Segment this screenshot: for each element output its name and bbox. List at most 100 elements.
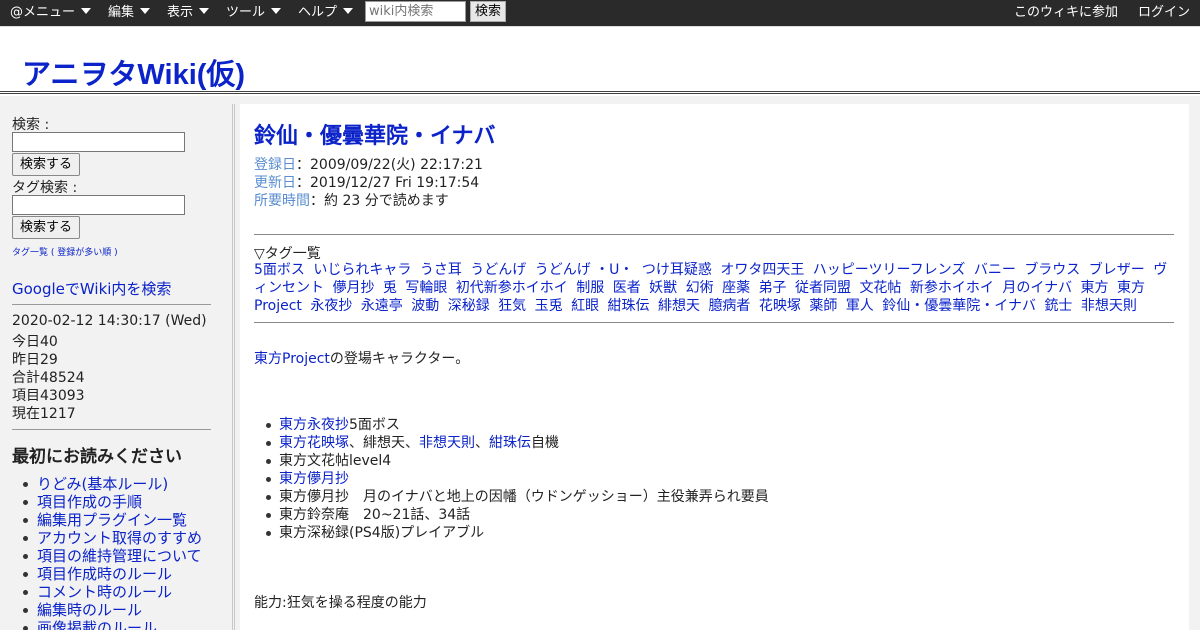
read-first-link[interactable]: 項目作成時のルール bbox=[37, 565, 172, 583]
menu-label: ツール bbox=[226, 5, 266, 20]
tag-search-button[interactable]: 検索する bbox=[12, 216, 80, 239]
menu-edit[interactable]: 編集 bbox=[108, 0, 151, 26]
tag-link[interactable]: 非想天則 bbox=[1081, 298, 1137, 314]
tag-list-heading[interactable]: ▽タグ一覧 bbox=[254, 243, 321, 263]
read-first-link[interactable]: 編集用プラグイン一覧 bbox=[37, 511, 187, 529]
intro-link[interactable]: 東方Project bbox=[254, 351, 330, 367]
ability-text: 能力:狂気を操る程度の能力 bbox=[254, 595, 427, 611]
tag-link[interactable]: 従者同盟 bbox=[795, 280, 851, 296]
meta-colon: ： bbox=[296, 157, 310, 173]
list-item: 東方永夜抄5面ボス bbox=[254, 416, 769, 434]
tag-link[interactable]: ブラウス bbox=[1024, 262, 1080, 278]
tag-link[interactable]: 弟子 bbox=[759, 280, 787, 296]
tag-search-input[interactable] bbox=[12, 195, 185, 215]
read-first-link[interactable]: コメント時のルール bbox=[37, 583, 172, 601]
appearance-text: 東方文花帖level4 bbox=[279, 453, 392, 469]
tag-link[interactable]: 銃士 bbox=[1044, 298, 1072, 314]
site-title[interactable]: アニヲタWiki(仮) bbox=[22, 51, 245, 93]
tag-link[interactable]: 鈴仙・優曇華院・イナバ bbox=[882, 298, 1036, 314]
stat-total: 合計48524 bbox=[12, 370, 85, 386]
tag-link[interactable]: 東方 bbox=[1081, 280, 1109, 296]
tag-link[interactable]: うどんげ ・U・ bbox=[535, 262, 634, 278]
tag-link[interactable]: ブレザー bbox=[1089, 262, 1145, 278]
tag-link[interactable]: 臆病者 bbox=[708, 298, 750, 314]
tag-popular-link[interactable]: 登録が多い順 bbox=[57, 248, 111, 258]
read-first-link[interactable]: 項目の維持管理について bbox=[37, 547, 202, 565]
tag-list: 5面ボス いじられキャラ うさ耳 うどんげ うどんげ ・U・ つけ耳疑惑 オワタ… bbox=[254, 261, 1176, 315]
list-item: 編集用プラグイン一覧 bbox=[12, 511, 202, 529]
reading-value: 約 23 分で読めます bbox=[324, 193, 449, 209]
appearance-link[interactable]: 東方儚月抄 bbox=[279, 471, 349, 487]
column-divider[interactable] bbox=[232, 104, 238, 630]
tag-link[interactable]: いじられキャラ bbox=[313, 262, 411, 278]
tag-list-link[interactable]: タグ一覧 bbox=[12, 248, 48, 258]
tag-link[interactable]: 薬師 bbox=[809, 298, 837, 314]
tag-link[interactable]: 軍人 bbox=[846, 298, 874, 314]
tag-link[interactable]: 波動 bbox=[411, 298, 439, 314]
list-item: 東方儚月抄 bbox=[254, 470, 769, 488]
tag-link[interactable]: 永遠亭 bbox=[361, 298, 403, 314]
appearance-link[interactable]: 東方永夜抄 bbox=[279, 417, 349, 433]
sidebar-search-input[interactable] bbox=[12, 132, 185, 152]
tag-link[interactable]: 座薬 bbox=[722, 280, 750, 296]
divider bbox=[254, 234, 1174, 235]
tag-link[interactable]: バニー bbox=[974, 262, 1016, 278]
menu-tools[interactable]: ツール bbox=[226, 0, 282, 26]
tag-link[interactable]: うさ耳 bbox=[420, 262, 462, 278]
tag-link[interactable]: 緋想天 bbox=[658, 298, 700, 314]
appearance-text: 東方深秘録(PS4版)プレイアブル bbox=[279, 525, 485, 541]
tag-link[interactable]: オワタ四天王 bbox=[720, 262, 804, 278]
list-item: 東方鈴奈庵 20~21話、34話 bbox=[254, 506, 769, 524]
tag-link[interactable]: ハッピーツリーフレンズ bbox=[813, 262, 966, 278]
paren-close: ) bbox=[111, 248, 118, 258]
stat-yesterday: 昨日29 bbox=[12, 352, 58, 368]
tag-link[interactable]: 5面ボス bbox=[254, 262, 305, 278]
menu-view[interactable]: 表示 bbox=[167, 0, 210, 26]
tag-link[interactable]: 制服 bbox=[576, 280, 604, 296]
tag-link[interactable]: 儚月抄 bbox=[332, 280, 374, 296]
appearance-link[interactable]: 非想天則 bbox=[419, 435, 475, 451]
menu-atmenu[interactable]: @メニュー bbox=[10, 0, 92, 26]
read-first-link[interactable]: 項目作成の手順 bbox=[37, 493, 142, 511]
login-link[interactable]: ログイン bbox=[1138, 0, 1190, 26]
read-first-link[interactable]: アカウント取得のすすめ bbox=[37, 529, 202, 547]
tag-link[interactable]: 幻術 bbox=[686, 280, 714, 296]
appearance-text: 、 bbox=[475, 435, 489, 451]
wiki-search-input[interactable] bbox=[365, 1, 466, 22]
tag-link[interactable]: 新参ホイホイ bbox=[910, 280, 994, 296]
registered-value: 2009/09/22(火) 22:17:21 bbox=[310, 157, 483, 173]
google-search-link[interactable]: GoogleでWiki内を検索 bbox=[12, 278, 171, 299]
list-item: 項目作成の手順 bbox=[12, 493, 202, 511]
page-title[interactable]: 鈴仙・優曇華院・イナバ bbox=[254, 118, 496, 150]
tag-link[interactable]: うどんげ bbox=[470, 262, 526, 278]
tag-link[interactable]: 深秘録 bbox=[448, 298, 490, 314]
wiki-search-button[interactable]: 検索 bbox=[470, 1, 506, 22]
tag-link[interactable]: 花映塚 bbox=[759, 298, 801, 314]
tag-link[interactable]: 紅眼 bbox=[571, 298, 599, 314]
read-first-link[interactable]: 画像掲載のルール bbox=[37, 619, 157, 630]
tag-link[interactable]: 紺珠伝 bbox=[608, 298, 650, 314]
updated-date: 更新日：2019/12/27 Fri 19:17:54 bbox=[254, 172, 479, 192]
read-first-link[interactable]: 編集時のルール bbox=[37, 601, 142, 619]
tag-link[interactable]: 玉兎 bbox=[535, 298, 563, 314]
tag-link[interactable]: 初代新参ホイホイ bbox=[456, 280, 568, 296]
sidebar-search-button[interactable]: 検索する bbox=[12, 153, 80, 176]
tag-link[interactable]: 月のイナバ bbox=[1002, 280, 1072, 296]
appearance-text: 5面ボス bbox=[349, 417, 400, 433]
tag-link[interactable]: 妖獣 bbox=[649, 280, 677, 296]
join-wiki-link[interactable]: このウィキに参加 bbox=[1014, 0, 1118, 26]
tag-link[interactable]: 医者 bbox=[613, 280, 641, 296]
list-item: 東方文花帖level4 bbox=[254, 452, 769, 470]
menu-label: ヘルプ bbox=[298, 5, 338, 20]
tag-link[interactable]: 文花帖 bbox=[859, 280, 901, 296]
menu-help[interactable]: ヘルプ bbox=[298, 0, 354, 26]
stat-items: 項目43093 bbox=[12, 388, 85, 404]
tag-link[interactable]: 兎 bbox=[383, 280, 397, 296]
tag-link[interactable]: 写輪眼 bbox=[405, 280, 447, 296]
read-first-link[interactable]: りどみ(基本ルール) bbox=[37, 475, 168, 493]
tag-link[interactable]: つけ耳疑惑 bbox=[642, 262, 712, 278]
tag-link[interactable]: 永夜抄 bbox=[310, 298, 352, 314]
tag-link[interactable]: 狂気 bbox=[498, 298, 526, 314]
appearance-link[interactable]: 紺珠伝 bbox=[489, 435, 531, 451]
appearance-link[interactable]: 東方花映塚 bbox=[279, 435, 349, 451]
